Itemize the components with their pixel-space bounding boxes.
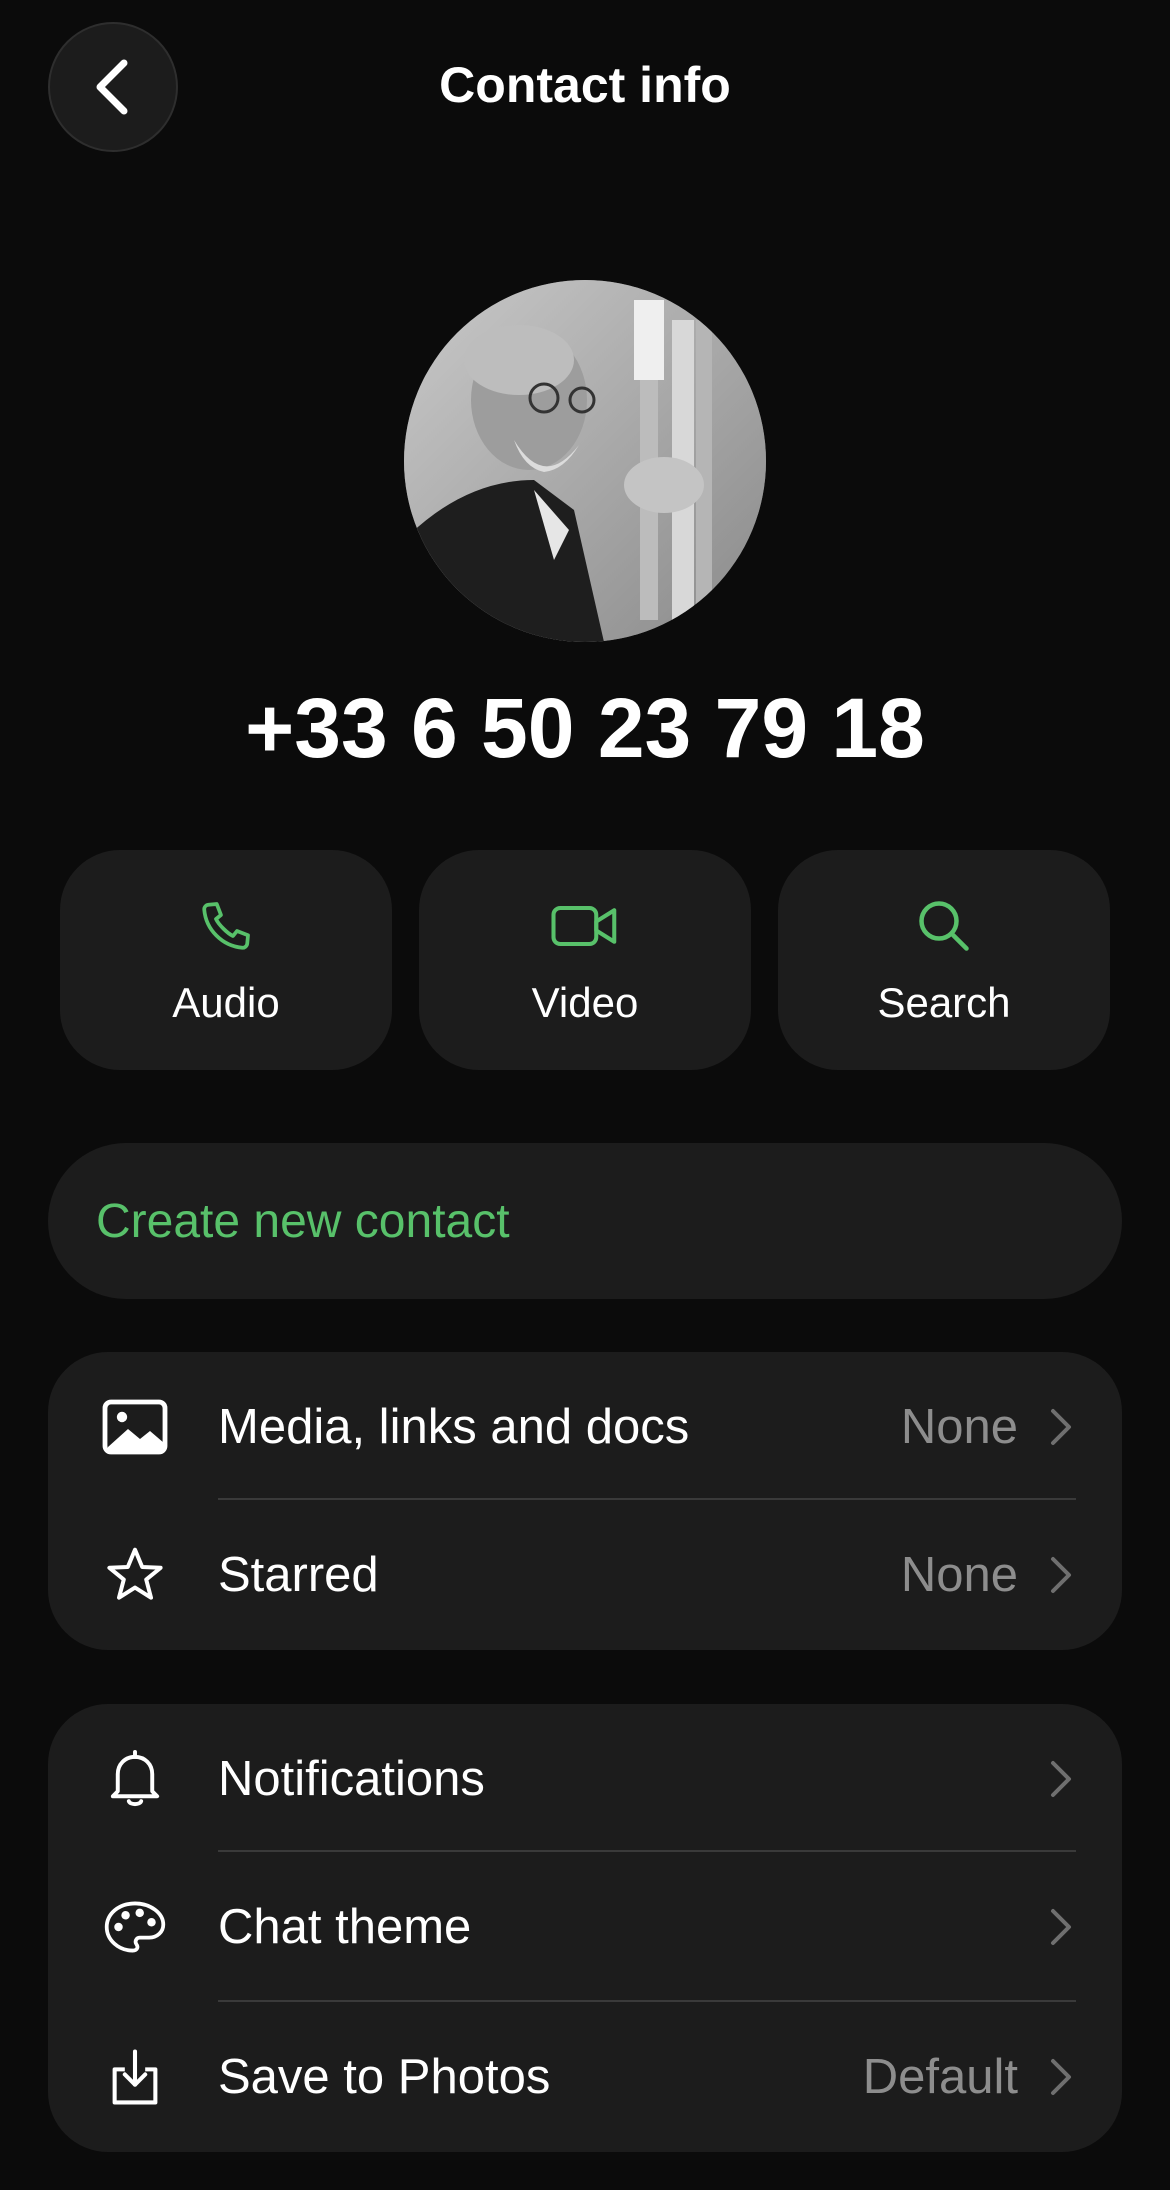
video-camera-icon [551, 905, 617, 947]
quick-actions: Audio Video Search [60, 850, 1110, 1070]
phone-icon [202, 902, 250, 950]
search-icon [919, 901, 969, 951]
chat-theme-label: Chat theme [218, 1900, 472, 1954]
chevron-right-icon [1051, 1557, 1071, 1593]
star-icon [100, 1540, 170, 1610]
bell-icon [100, 1744, 170, 1814]
row-media-links-docs[interactable]: Media, links and docs None [48, 1352, 1122, 1502]
video-call-button[interactable]: Video [419, 850, 751, 1070]
notifications-label: Notifications [218, 1752, 485, 1806]
chevron-right-icon [1051, 1761, 1071, 1797]
page-title: Contact info [439, 57, 731, 113]
row-notifications[interactable]: Notifications [48, 1704, 1122, 1854]
starred-label: Starred [218, 1548, 379, 1602]
create-new-contact-button[interactable]: Create new contact [48, 1143, 1122, 1299]
chevron-right-icon [1051, 1909, 1071, 1945]
image-icon [100, 1392, 170, 1462]
avatar[interactable] [404, 280, 766, 642]
palette-icon [100, 1892, 170, 1962]
settings-group: Notifications Chat theme Save to Photos … [48, 1704, 1122, 2152]
row-save-to-photos[interactable]: Save to Photos Default [48, 2002, 1122, 2152]
search-button[interactable]: Search [778, 850, 1110, 1070]
chevron-right-icon [1051, 1409, 1071, 1445]
media-starred-group: Media, links and docs None Starred None [48, 1352, 1122, 1650]
audio-call-button[interactable]: Audio [60, 850, 392, 1070]
starred-value: None [900, 1548, 1018, 1602]
chevron-right-icon [1051, 2059, 1071, 2095]
video-label: Video [531, 979, 639, 1026]
save-to-photos-value: Default [862, 2050, 1018, 2104]
create-new-contact-label: Create new contact [96, 1194, 510, 1248]
contact-phone-number: +33 6 50 23 79 18 [245, 681, 925, 775]
download-icon [100, 2042, 170, 2112]
row-chat-theme[interactable]: Chat theme [48, 1852, 1122, 2002]
save-to-photos-label: Save to Photos [218, 2050, 551, 2104]
media-label: Media, links and docs [218, 1400, 690, 1454]
row-starred[interactable]: Starred None [48, 1500, 1122, 1650]
search-label: Search [877, 979, 1011, 1026]
audio-label: Audio [172, 979, 280, 1026]
media-value: None [900, 1400, 1018, 1454]
